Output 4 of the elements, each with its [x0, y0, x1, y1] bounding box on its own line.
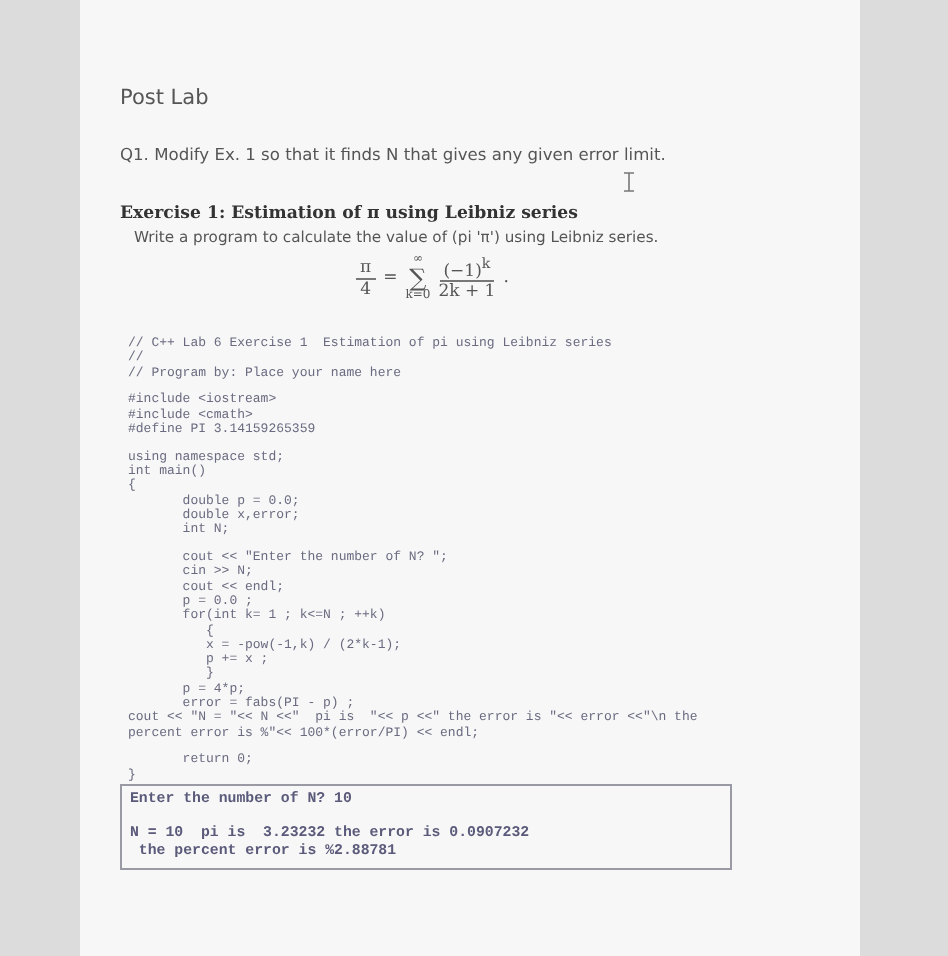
question-text: Q1. Modify Ex. 1 so that it finds N that gives any given error limit. — [120, 144, 666, 164]
page-heading: Post Lab — [120, 86, 209, 110]
exercise-title: Exercise 1: Estimation of π using Leibniz series — [120, 204, 578, 224]
text-cursor-icon — [624, 172, 634, 192]
